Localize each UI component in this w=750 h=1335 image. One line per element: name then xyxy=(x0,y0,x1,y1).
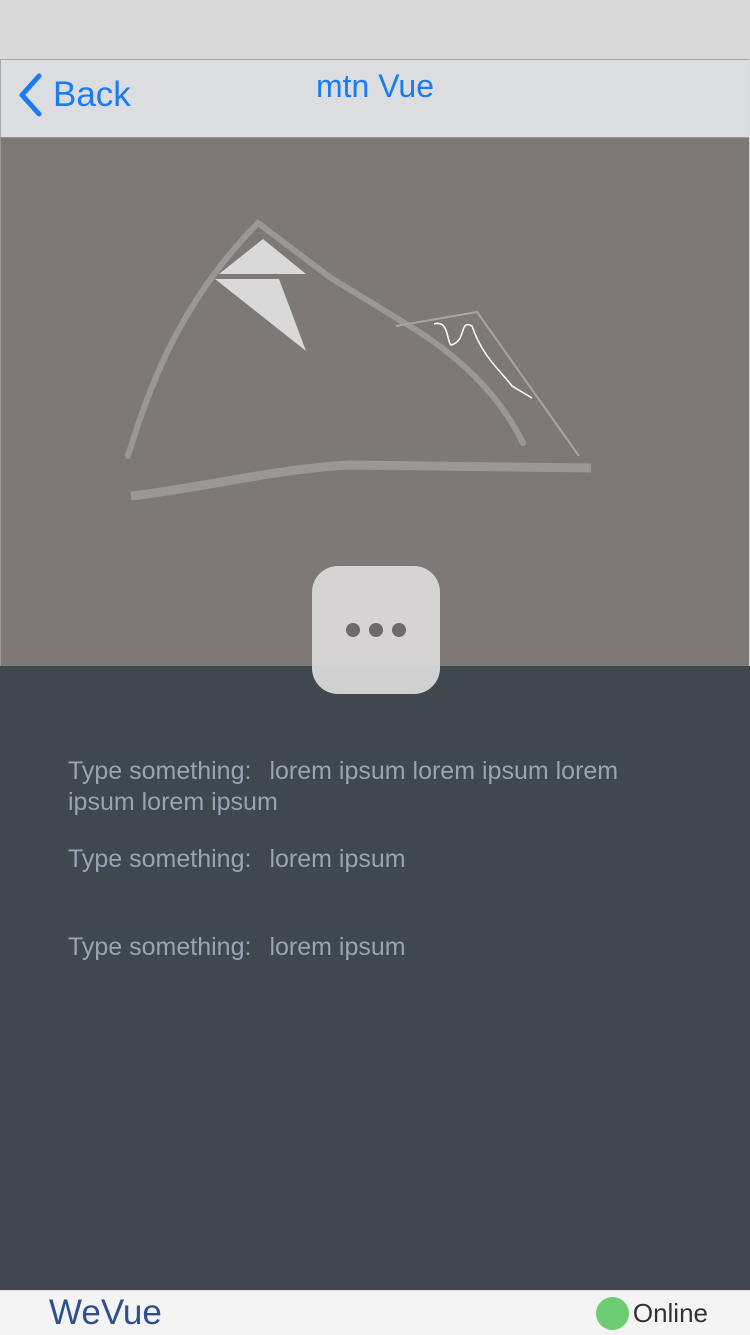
content-panel: Type something: lorem ipsum lorem ipsum l… xyxy=(0,666,750,1290)
detail-row: Type something: lorem ipsum xyxy=(68,932,668,963)
online-status: Online xyxy=(595,1297,708,1330)
detail-row: Type something: lorem ipsum xyxy=(68,844,668,875)
detail-label: Type something: xyxy=(68,845,252,873)
detail-label: Type something: xyxy=(68,757,252,785)
more-button[interactable] xyxy=(312,566,440,694)
ellipsis-icon xyxy=(346,623,406,637)
status-bar xyxy=(0,0,750,60)
status-dot-icon xyxy=(595,1297,629,1330)
status-label: Online xyxy=(632,1298,708,1328)
brand-logo-text: WeVue xyxy=(49,1293,162,1332)
detail-row: Type something: lorem ipsum lorem ipsum l… xyxy=(68,756,668,818)
page-title: mtn Vue xyxy=(316,68,434,104)
footer-bar: WeVue Online xyxy=(0,1290,750,1335)
detail-value: lorem ipsum xyxy=(269,933,406,961)
detail-label: Type something: xyxy=(68,933,252,961)
detail-value: lorem ipsum xyxy=(269,845,406,873)
navigation-bar: Back mtn Vue xyxy=(0,59,749,139)
